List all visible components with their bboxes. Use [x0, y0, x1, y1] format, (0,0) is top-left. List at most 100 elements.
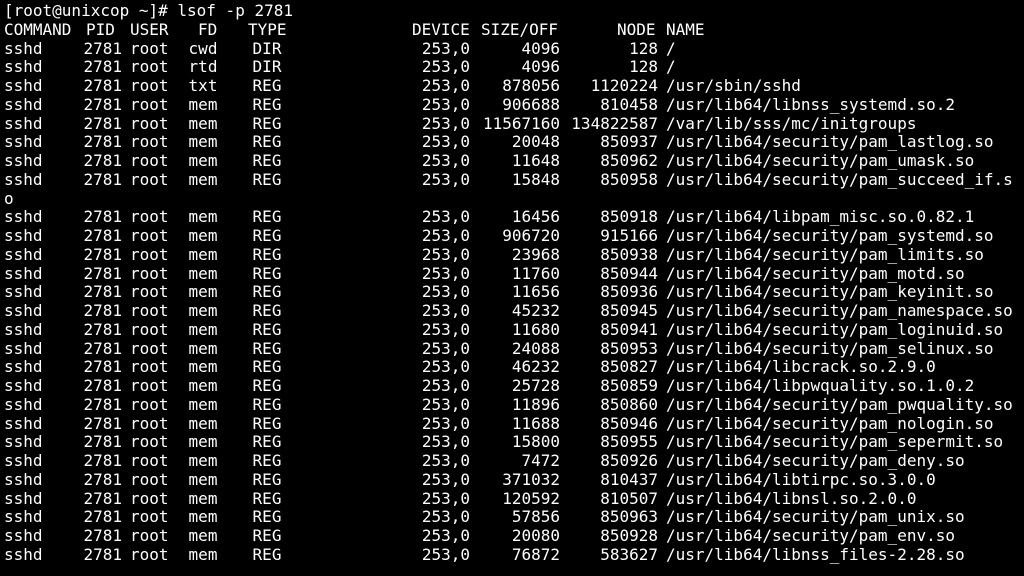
cell-user: root: [130, 338, 169, 358]
cell-fd: mem: [188, 282, 218, 302]
cell-device: 253,0: [421, 488, 470, 508]
cell-size-off: 11680: [511, 319, 560, 339]
cell-device: 253,0: [421, 469, 470, 489]
table-row: sshd 2781 root mem REG 253,0 906688 810458/usr/…: [0, 94, 1024, 115]
cell-user: root: [130, 432, 169, 452]
table-row: sshd 2781 root mem REG 253,0 25728 850859/usr/l…: [0, 376, 1024, 396]
cell-node: 850860: [600, 394, 658, 414]
cell-device: 253,0: [421, 376, 470, 395]
cell-name: /usr/lib64/libnss_systemd.so.2: [666, 94, 955, 114]
cell-fd: mem: [188, 544, 218, 564]
cell-user: root: [130, 57, 169, 77]
cell-name: /usr/lib64/security/pam_deny.so: [666, 451, 965, 470]
cell-device: 253,0: [421, 432, 470, 452]
cell-type: DIR: [252, 38, 282, 58]
cell-node: 810507: [600, 488, 658, 508]
cell-name: /usr/lib64/security/pam_namespace.so: [666, 301, 1013, 320]
cell-user: root: [130, 94, 169, 114]
cell-fd: mem: [188, 207, 218, 227]
cell-name: /usr/lib64/security/pam_keyinit.so: [666, 282, 994, 302]
cell-size-off: 371032: [502, 469, 560, 489]
cell-name: /usr/lib64/security/pam_succeed_if.s: [666, 169, 1013, 189]
cell-type: REG: [252, 169, 282, 189]
table-row: sshd 2781 root mem REG 253,0 24088 850953/usr/l…: [0, 338, 1024, 359]
cell-user: root: [130, 169, 169, 189]
cell-pid: 2781: [83, 526, 122, 545]
cell-pid: 2781: [83, 319, 122, 339]
cell-node: 850938: [600, 244, 658, 264]
cell-fd: mem: [188, 338, 218, 358]
cell-pid: 2781: [83, 169, 122, 189]
cell-command: sshd: [4, 394, 43, 414]
cell-size-off: 11648: [511, 151, 560, 170]
cell-fd: mem: [188, 301, 218, 320]
cell-name: /usr/lib64/security/pam_lastlog.so: [666, 132, 994, 152]
cell-pid: 2781: [83, 413, 122, 433]
cell-size-off: 20048: [511, 132, 560, 152]
cell-name: /usr/sbin/sshd: [666, 76, 801, 95]
cell-user: root: [130, 38, 169, 58]
cell-fd: mem: [188, 469, 218, 489]
cell-device: 253,0: [421, 394, 470, 414]
cell-user: root: [130, 376, 169, 395]
cell-pid: 2781: [83, 38, 122, 58]
cell-name: /usr/lib64/security/pam_env.so: [666, 526, 955, 545]
cell-fd: mem: [188, 94, 218, 114]
table-row: sshd 2781 root mem REG 253,0 76872 583627/usr/l…: [0, 544, 1024, 565]
cell-user: root: [130, 544, 169, 564]
cell-pid: 2781: [83, 432, 122, 452]
cell-size-off: 24088: [511, 338, 560, 358]
table-row: sshd 2781 root mem REG 253,0 20080 850928/usr/l…: [0, 526, 1024, 546]
cell-node: 850936: [600, 282, 658, 302]
cell-type: REG: [252, 132, 282, 152]
cell-pid: 2781: [83, 94, 122, 114]
cell-user: root: [130, 207, 169, 227]
table-row: sshd 2781 root mem REG 253,0 11688 850946/usr/l…: [0, 413, 1024, 434]
table-row: sshd 2781 root mem REG 253,0 7472 850926/usr/li…: [0, 451, 1024, 471]
cell-fd: mem: [188, 169, 218, 189]
cell-command: sshd: [4, 38, 43, 58]
cell-pid: 2781: [83, 244, 122, 264]
cell-name: /usr/lib64/libtirpc.so.3.0.0: [666, 469, 936, 489]
cell-name: /: [666, 57, 676, 77]
table-row: sshd 2781 root mem REG 253,0 11680 850941/usr/l…: [0, 319, 1024, 340]
cell-type: REG: [252, 113, 282, 133]
cell-type: REG: [252, 451, 282, 470]
cell-user: root: [130, 151, 169, 170]
cell-device: 253,0: [421, 38, 470, 58]
cell-size-off: 906720: [502, 226, 560, 245]
cell-type: REG: [252, 394, 282, 414]
cell-command: sshd: [4, 319, 43, 339]
cell-node: 810458: [600, 94, 658, 114]
cell-name: /usr/lib64/libpam_misc.so.0.82.1: [666, 207, 975, 227]
cell-name-wrap: o: [4, 188, 14, 208]
output-rows: sshd 2781 root cwd DIR 253,0 4096 128/sshd 2781 r…: [0, 38, 1024, 565]
cell-type: REG: [252, 432, 282, 452]
cell-size-off: 120592: [502, 488, 560, 508]
cell-size-off: 15848: [511, 169, 560, 189]
table-row: sshd 2781 root mem REG 253,0 11760 850944/usr/l…: [0, 264, 1024, 284]
cell-device: 253,0: [421, 94, 470, 114]
table-row: sshd 2781 root mem REG 253,0 23968 850938/usr/l…: [0, 244, 1024, 265]
header-node: NODE: [617, 19, 656, 39]
cell-user: root: [130, 282, 169, 302]
cell-type: REG: [252, 469, 282, 489]
cell-type: REG: [252, 544, 282, 564]
cell-device: 253,0: [421, 507, 470, 527]
cell-size-off: 11896: [511, 394, 560, 414]
cell-pid: 2781: [83, 451, 122, 470]
cell-node: 128: [629, 38, 658, 58]
cell-type: REG: [252, 413, 282, 433]
cell-type: REG: [252, 207, 282, 227]
cell-fd: mem: [188, 432, 218, 452]
cell-command: sshd: [4, 469, 43, 489]
cell-node: 850937: [600, 132, 658, 152]
cell-name: /: [666, 38, 676, 58]
cell-device: 253,0: [421, 319, 470, 339]
header-type: TYPE: [248, 19, 287, 39]
cell-size-off: 878056: [502, 76, 560, 95]
terminal-window[interactable]: [root@unixcop ~]# lsof -p 2781 COMMAND P…: [0, 0, 1024, 576]
cell-node: 850955: [600, 432, 658, 452]
cell-node: 915166: [600, 226, 658, 245]
cell-device: 253,0: [421, 169, 470, 189]
